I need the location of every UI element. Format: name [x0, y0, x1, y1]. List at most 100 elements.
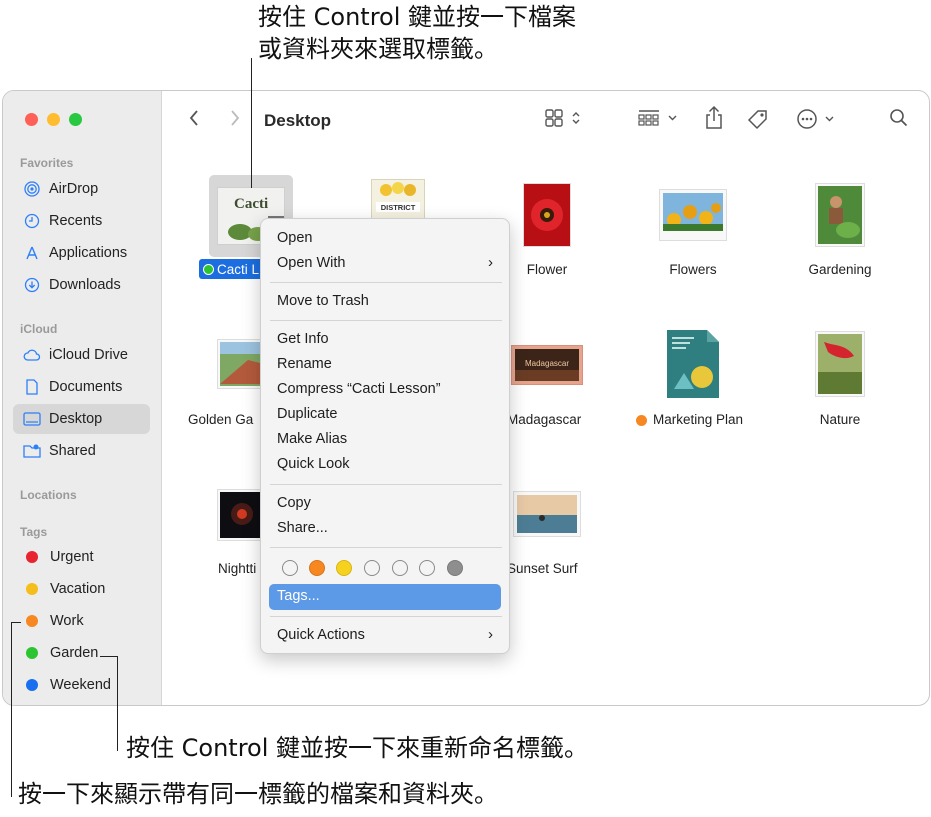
minimize-button[interactable] — [47, 113, 60, 126]
menu-item-get-info[interactable]: Get Info — [277, 331, 329, 347]
search-button[interactable] — [889, 108, 909, 128]
chevron-right-icon — [231, 110, 240, 126]
menu-item-make-alias[interactable]: Make Alias — [277, 431, 347, 447]
file-name-gardening[interactable]: Gardening — [765, 262, 915, 277]
callout-select-tag-line1: 按住 Control 鍵並按一下檔案 — [258, 3, 577, 31]
callout-line-rename-tick — [100, 656, 118, 658]
locations-header: Locations — [20, 488, 77, 502]
file-thumbnail-nature[interactable] — [815, 331, 865, 397]
sidebar-item-desktop[interactable]: Desktop — [13, 404, 150, 434]
sidebar-item-shared[interactable]: Shared — [13, 436, 150, 466]
file-name-sunset-surf[interactable]: Sunset Surf — [507, 561, 607, 576]
tag-color-none-icon[interactable] — [282, 560, 298, 576]
share-icon — [706, 105, 722, 129]
callout-line-rename — [117, 656, 119, 751]
file-thumbnail-flowers[interactable] — [659, 189, 727, 241]
menu-separator — [270, 547, 502, 548]
sidebar-tag-work[interactable]: Work — [13, 606, 150, 636]
search-icon — [890, 109, 908, 127]
red-tag-dot-icon — [26, 551, 38, 563]
zoom-button[interactable] — [69, 113, 82, 126]
tag-color-yellow-icon[interactable] — [336, 560, 352, 576]
menu-item-compress[interactable]: Compress “Cacti Lesson” — [277, 381, 441, 397]
tag-button[interactable] — [746, 108, 770, 130]
sidebar-tag-label: Garden — [50, 645, 99, 661]
grid-view-icon — [545, 109, 580, 127]
file-thumbnail-gardening[interactable] — [815, 183, 865, 247]
menu-item-quick-look[interactable]: Quick Look — [277, 456, 350, 472]
cacti-thumb-label: Cacti — [234, 196, 268, 212]
menu-item-quick-actions[interactable]: Quick Actions — [277, 627, 365, 643]
sidebar-tag-label: Urgent — [50, 549, 94, 565]
sidebar-item-documents[interactable]: Documents — [13, 372, 150, 402]
ellipsis-circle-icon — [797, 109, 834, 129]
green-tag-dot-icon — [203, 264, 214, 275]
menu-item-open[interactable]: Open — [277, 230, 312, 246]
file-name-marketing-plan[interactable]: Marketing Plan — [653, 412, 763, 427]
chevron-left-icon — [189, 110, 198, 126]
sidebar-item-downloads[interactable]: Downloads — [13, 270, 150, 300]
chevron-right-icon: › — [488, 626, 493, 643]
close-button[interactable] — [25, 113, 38, 126]
tag-color-gray-icon[interactable] — [447, 560, 463, 576]
context-menu: Open Open With › Move to Trash Get Info … — [260, 218, 510, 654]
file-thumbnail-district[interactable]: DISTRICT — [371, 179, 425, 221]
cloud-icon — [23, 346, 41, 364]
file-thumbnail-sunset-surf[interactable] — [513, 491, 581, 537]
sidebar-item-label: Documents — [49, 379, 123, 395]
sidebar-item-applications[interactable]: Applications — [13, 238, 150, 268]
sidebar-item-icloud-drive[interactable]: iCloud Drive — [13, 340, 150, 370]
tag-color-green-icon[interactable] — [364, 560, 380, 576]
menu-item-duplicate[interactable]: Duplicate — [277, 406, 337, 422]
orange-tag-dot-icon — [26, 615, 38, 627]
sidebar-tag-urgent[interactable]: Urgent — [13, 542, 150, 572]
sidebar-tag-label: Work — [50, 613, 84, 629]
tag-color-purple-icon[interactable] — [419, 560, 435, 576]
menu-item-open-with[interactable]: Open With — [277, 255, 346, 271]
file-thumbnail-flower[interactable] — [523, 183, 571, 247]
file-name-nature[interactable]: Nature — [765, 412, 915, 427]
back-button[interactable] — [188, 108, 200, 128]
tag-color-orange-icon[interactable] — [309, 560, 325, 576]
share-button[interactable] — [703, 105, 725, 131]
sidebar-item-recents[interactable]: Recents — [13, 206, 150, 236]
shared-folder-icon — [23, 442, 41, 460]
sidebar-tag-vacation[interactable]: Vacation — [13, 574, 150, 604]
group-icon — [638, 110, 677, 126]
sidebar-tag-label: Weekend — [50, 677, 111, 693]
view-icons-button[interactable] — [544, 108, 584, 128]
file-thumbnail-madagascar[interactable]: Madagascar — [511, 345, 583, 385]
chevron-right-icon: › — [488, 254, 493, 271]
callout-rename-tag: 按住 Control 鍵並按一下來重新命名標籤。 — [126, 734, 589, 762]
file-thumbnail-marketing-plan[interactable] — [666, 329, 720, 399]
sidebar-tag-garden[interactable]: Garden — [13, 638, 150, 668]
sidebar-item-label: Desktop — [49, 411, 103, 427]
forward-button[interactable] — [229, 108, 241, 128]
window-title: Desktop — [264, 111, 332, 130]
sidebar-tag-weekend[interactable]: Weekend — [13, 670, 150, 700]
tag-color-blue-icon[interactable] — [392, 560, 408, 576]
tags-header: Tags — [20, 525, 48, 539]
menu-item-copy[interactable]: Copy — [277, 495, 311, 511]
sidebar: Favorites AirDrop Recents Applications D… — [3, 91, 162, 705]
sidebar-item-label: iCloud Drive — [49, 347, 128, 363]
menu-item-tags[interactable]: Tags... — [277, 588, 320, 604]
callout-line-show — [11, 622, 13, 797]
callout-line-show-tick — [11, 622, 21, 624]
sidebar-item-label: Downloads — [49, 277, 121, 293]
menu-item-share[interactable]: Share... — [277, 520, 328, 536]
airdrop-icon — [23, 180, 41, 198]
madagascar-thumb-label: Madagascar — [525, 359, 569, 368]
file-name-flowers[interactable]: Flowers — [618, 262, 768, 277]
file-name-golden-gate[interactable]: Golden Ga — [188, 412, 268, 427]
file-name-madagascar[interactable]: Madagascar — [507, 412, 597, 427]
sidebar-item-label: Recents — [49, 213, 103, 229]
menu-item-rename[interactable]: Rename — [277, 356, 332, 372]
group-button[interactable] — [637, 108, 681, 128]
action-menu-button[interactable] — [796, 108, 838, 130]
applications-icon — [23, 244, 41, 262]
menu-item-move-to-trash[interactable]: Move to Trash — [277, 293, 369, 309]
sidebar-item-label: Shared — [49, 443, 96, 459]
desktop-icon — [23, 410, 41, 428]
sidebar-item-airdrop[interactable]: AirDrop — [13, 174, 150, 204]
